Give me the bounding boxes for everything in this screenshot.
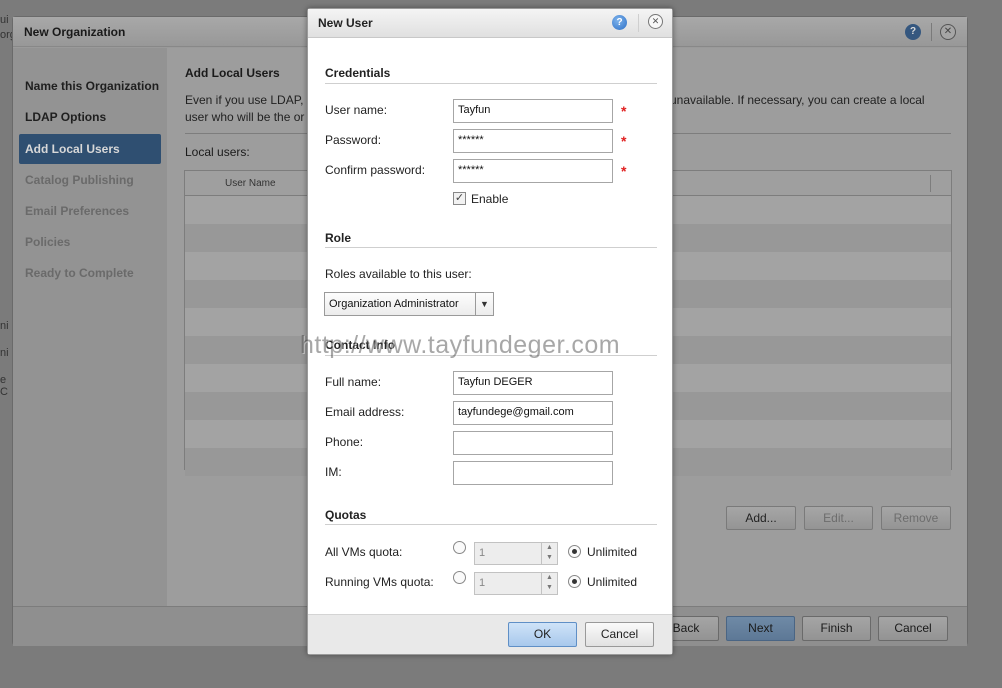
required-marker: * — [621, 163, 627, 179]
running-vms-quota-value: 1 — [479, 577, 486, 589]
divider — [931, 23, 932, 41]
running-vms-unlimited-label: Unlimited — [587, 575, 638, 589]
chevron-down-icon[interactable]: ▼ — [475, 293, 493, 315]
running-vms-quota-stepper: 1 ▲ ▼ — [474, 572, 558, 595]
divider — [638, 14, 639, 32]
help-icon[interactable]: ? — [612, 15, 627, 30]
role-select[interactable]: Organization Administrator ▼ — [324, 292, 494, 316]
dialog-cancel-button[interactable]: Cancel — [585, 622, 654, 647]
divider — [325, 524, 657, 525]
close-icon[interactable]: ✕ — [940, 24, 956, 40]
wizard-title: New Organization — [24, 25, 126, 39]
password-field[interactable]: ****** — [453, 129, 613, 153]
divider — [325, 247, 657, 248]
email-label: Email address: — [325, 405, 405, 419]
password-label: Password: — [325, 133, 382, 147]
dialog-footer: OK Cancel — [308, 614, 672, 654]
edit-user-button: Edit... — [804, 506, 873, 530]
full-name-field[interactable]: Tayfun DEGER — [453, 371, 613, 395]
page-title: Add Local Users — [185, 66, 280, 80]
required-marker: * — [621, 133, 627, 149]
remove-user-button: Remove — [881, 506, 951, 530]
confirm-password-label: Confirm password: — [325, 163, 426, 177]
column-header-user-name[interactable]: User Name — [225, 178, 276, 189]
enable-label: Enable — [471, 192, 509, 206]
username-field[interactable]: Tayfun — [453, 99, 613, 123]
all-vms-quota-value: 1 — [479, 547, 486, 559]
role-select-value: Organization Administrator — [329, 298, 459, 310]
next-button[interactable]: Next — [726, 616, 795, 641]
step-ldap-options[interactable]: LDAP Options — [19, 102, 161, 132]
cancel-button[interactable]: Cancel — [878, 616, 948, 641]
column-divider — [930, 175, 931, 192]
step-name-organization[interactable]: Name this Organization — [19, 71, 161, 101]
description-line2: user who will be the or — [185, 110, 305, 124]
role-section-title: Role — [325, 231, 352, 245]
enable-checkbox[interactable]: ✓ — [453, 192, 466, 205]
required-marker: * — [621, 103, 627, 119]
roles-available-label: Roles available to this user: — [325, 267, 472, 281]
running-vms-quota-radio[interactable] — [453, 571, 466, 584]
description-end: unavailable. If necessary, you can creat… — [670, 93, 925, 107]
stepper-arrows-icon: ▲ ▼ — [541, 573, 557, 594]
all-vms-unlimited-label: Unlimited — [587, 545, 638, 559]
confirm-password-field[interactable]: ****** — [453, 159, 613, 183]
phone-field[interactable] — [453, 431, 613, 455]
im-field[interactable] — [453, 461, 613, 485]
watermark: http://www.tayfundeger.com — [300, 331, 621, 359]
running-vms-unlimited-radio[interactable] — [568, 575, 581, 588]
all-vms-quota-radio[interactable] — [453, 541, 466, 554]
divider — [325, 83, 657, 84]
all-vms-unlimited-radio[interactable] — [568, 545, 581, 558]
finish-button[interactable]: Finish — [802, 616, 871, 641]
step-policies: Policies — [25, 235, 71, 249]
quotas-section-title: Quotas — [325, 508, 367, 522]
username-label: User name: — [325, 103, 388, 117]
ok-button[interactable]: OK — [508, 622, 577, 647]
wizard-steps: Name this Organization LDAP Options Add … — [13, 48, 167, 606]
phone-label: Phone: — [325, 435, 364, 449]
step-email-preferences: Email Preferences — [25, 204, 130, 218]
email-field[interactable]: tayfundege@gmail.com — [453, 401, 613, 425]
im-label: IM: — [325, 465, 342, 479]
close-icon[interactable]: ✕ — [648, 14, 663, 29]
description-start: Even if you use LDAP, — [185, 93, 304, 107]
step-add-local-users[interactable]: Add Local Users — [19, 134, 161, 164]
running-vms-quota-label: Running VMs quota: — [325, 575, 434, 589]
local-users-label: Local users: — [185, 145, 250, 159]
credentials-section-title: Credentials — [325, 66, 391, 80]
add-user-button[interactable]: Add... — [726, 506, 796, 530]
help-icon[interactable]: ? — [905, 24, 921, 40]
all-vms-quota-stepper: 1 ▲ ▼ — [474, 542, 558, 565]
stepper-arrows-icon: ▲ ▼ — [541, 543, 557, 564]
all-vms-quota-label: All VMs quota: — [325, 545, 403, 559]
dialog-title: New User — [318, 16, 373, 30]
full-name-label: Full name: — [325, 375, 382, 389]
step-catalog-publishing: Catalog Publishing — [25, 173, 134, 187]
dialog-titlebar: New User ? ✕ — [308, 9, 672, 38]
step-ready-to-complete: Ready to Complete — [25, 266, 134, 280]
